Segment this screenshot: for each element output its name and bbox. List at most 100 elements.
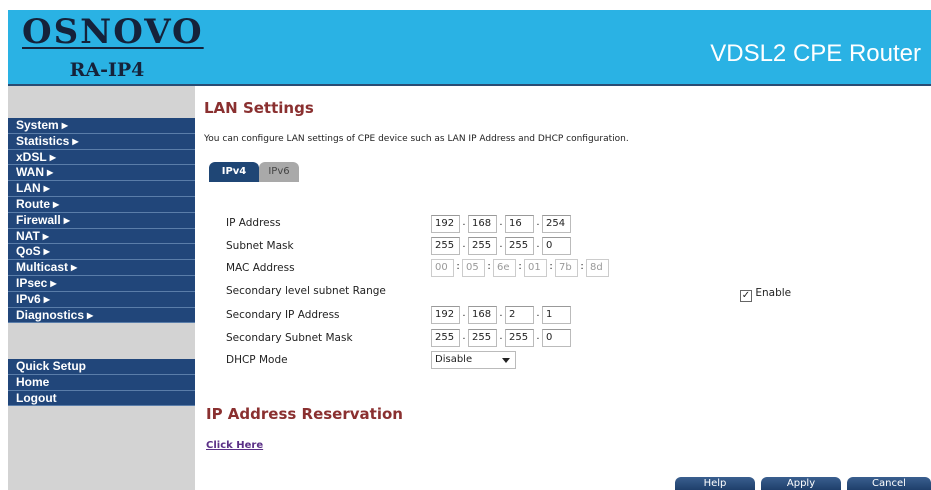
arrow-right-icon: ▶ [43, 184, 50, 194]
mac-address-part-1: 00 [431, 259, 454, 277]
ip-address-octet-3[interactable]: 16 [505, 215, 534, 233]
subnet-mask-octet-4[interactable]: 0 [542, 237, 571, 255]
apply-button[interactable]: Apply [761, 477, 841, 490]
sidebar-item-lan[interactable]: LAN ▶ [8, 181, 195, 197]
dhcp-mode-select[interactable]: Disable [431, 351, 516, 369]
sidebar-item-label: Diagnostics [16, 307, 85, 322]
model-name: RA-IP4 [69, 59, 145, 81]
secondary-ip-octet-2[interactable]: 168 [468, 306, 497, 324]
secondary-range-label: Secondary level subnet Range [226, 285, 386, 297]
octet-separator: . [462, 331, 466, 342]
enable-label: Enable [755, 287, 792, 299]
reservation-link[interactable]: Click Here [206, 440, 263, 451]
sidebar-quick-menu: Quick Setup Home Logout [8, 359, 195, 407]
arrow-right-icon: ▶ [49, 152, 56, 162]
octet-separator: . [499, 331, 503, 342]
sidebar-item-label: Firewall [16, 212, 61, 227]
sidebar-item-label: Statistics [16, 133, 70, 148]
brand-logo: OSNOVO RA-IP4 [22, 12, 204, 82]
octet-separator: . [499, 308, 503, 319]
ip-address-label: IP Address [226, 217, 281, 229]
subnet-mask-octet-2[interactable]: 255 [468, 237, 497, 255]
mac-address-label: MAC Address [226, 262, 295, 274]
sidebar-item-statistics[interactable]: Statistics ▶ [8, 133, 195, 150]
secondary-ip-octet-3[interactable]: 2 [505, 306, 534, 324]
ip-address-octet-1[interactable]: 192 [431, 215, 460, 233]
secondary-ip-octet-1[interactable]: 192 [431, 306, 460, 324]
sidebar-item-quick-setup[interactable]: Quick Setup [8, 359, 195, 375]
header-banner: OSNOVO RA-IP4 VDSL2 CPE Router [8, 10, 931, 86]
main-content: LAN Settings You can configure LAN setti… [195, 86, 931, 490]
arrow-right-icon: ▶ [63, 215, 70, 225]
sidebar: System ▶ Statistics ▶ xDSL ▶ WAN ▶ LAN ▶ Rout… [8, 86, 195, 490]
mac-separator: : [549, 261, 553, 272]
sidebar-item-label: xDSL [16, 149, 47, 164]
mac-address-part-4: 01 [524, 259, 547, 277]
mac-separator: : [580, 261, 584, 272]
sidebar-item-ipv6[interactable]: IPv6 ▶ [8, 291, 195, 308]
dhcp-mode-value: Disable [435, 354, 473, 365]
octet-separator: . [536, 331, 540, 342]
sidebar-item-diagnostics[interactable]: Diagnostics ▶ [8, 307, 195, 324]
sidebar-item-multicast[interactable]: Multicast ▶ [8, 260, 195, 276]
sidebar-item-ipsec[interactable]: IPsec ▶ [8, 275, 195, 292]
sidebar-item-label: IPv6 [16, 291, 41, 306]
octet-separator: . [536, 217, 540, 228]
arrow-right-icon: ▶ [72, 136, 79, 146]
octet-separator: . [499, 217, 503, 228]
sidebar-item-route[interactable]: Route ▶ [8, 196, 195, 213]
brand-name: OSNOVO [22, 12, 204, 52]
octet-separator: . [462, 239, 466, 250]
tab-ipv4[interactable]: IPv4 [209, 162, 259, 182]
enable-secondary-checkbox[interactable]: ✓ Enable [740, 287, 791, 302]
octet-separator: . [462, 217, 466, 228]
cancel-button[interactable]: Cancel [847, 477, 931, 490]
sidebar-item-nat[interactable]: NAT ▶ [8, 228, 195, 245]
ip-address-octet-4[interactable]: 254 [542, 215, 571, 233]
secondary-mask-octet-4[interactable]: 0 [542, 329, 571, 347]
sidebar-item-label: Multicast [16, 260, 69, 275]
secondary-mask-octet-3[interactable]: 255 [505, 329, 534, 347]
mac-address-part-3: 6e [493, 259, 516, 277]
mac-address-part-6: 8d [586, 259, 609, 277]
arrow-right-icon: ▶ [71, 263, 78, 273]
mac-address-part-2: 05 [462, 259, 485, 277]
subnet-mask-octet-1[interactable]: 255 [431, 237, 460, 255]
tab-ipv6[interactable]: IPv6 [259, 162, 299, 182]
secondary-ip-octet-4[interactable]: 1 [542, 306, 571, 324]
sidebar-item-label: QoS [16, 244, 41, 259]
product-title: VDSL2 CPE Router [710, 40, 921, 67]
subnet-mask-label: Subnet Mask [226, 240, 294, 252]
subnet-mask-octet-3[interactable]: 255 [505, 237, 534, 255]
sidebar-item-system[interactable]: System ▶ [8, 118, 195, 134]
dhcp-mode-label: DHCP Mode [226, 354, 288, 366]
sidebar-item-firewall[interactable]: Firewall ▶ [8, 212, 195, 229]
sidebar-item-xdsl[interactable]: xDSL ▶ [8, 149, 195, 166]
mac-separator: : [456, 261, 460, 272]
octet-separator: . [536, 308, 540, 319]
sidebar-item-logout[interactable]: Logout [8, 390, 195, 407]
chevron-down-icon [502, 358, 510, 363]
arrow-right-icon: ▶ [87, 310, 94, 320]
mac-separator: : [487, 261, 491, 272]
checkbox-checked-icon[interactable]: ✓ [740, 290, 752, 302]
secondary-mask-octet-1[interactable]: 255 [431, 329, 460, 347]
arrow-right-icon: ▶ [53, 199, 60, 209]
mac-address-part-5: 7b [555, 259, 578, 277]
mac-separator: : [518, 261, 522, 272]
secondary-ip-label: Secondary IP Address [226, 309, 340, 321]
arrow-right-icon: ▶ [43, 247, 50, 257]
sidebar-item-wan[interactable]: WAN ▶ [8, 165, 195, 182]
octet-separator: . [536, 239, 540, 250]
ip-address-octet-2[interactable]: 168 [468, 215, 497, 233]
arrow-right-icon: ▶ [43, 294, 50, 304]
secondary-mask-octet-2[interactable]: 255 [468, 329, 497, 347]
octet-separator: . [499, 239, 503, 250]
sidebar-item-qos[interactable]: QoS ▶ [8, 244, 195, 261]
reservation-section-title: IP Address Reservation [206, 405, 403, 423]
sidebar-item-label: NAT [16, 228, 40, 243]
help-button[interactable]: Help [675, 477, 755, 490]
sidebar-item-label: WAN [16, 165, 44, 180]
arrow-right-icon: ▶ [61, 121, 68, 130]
sidebar-item-home[interactable]: Home [8, 374, 195, 391]
